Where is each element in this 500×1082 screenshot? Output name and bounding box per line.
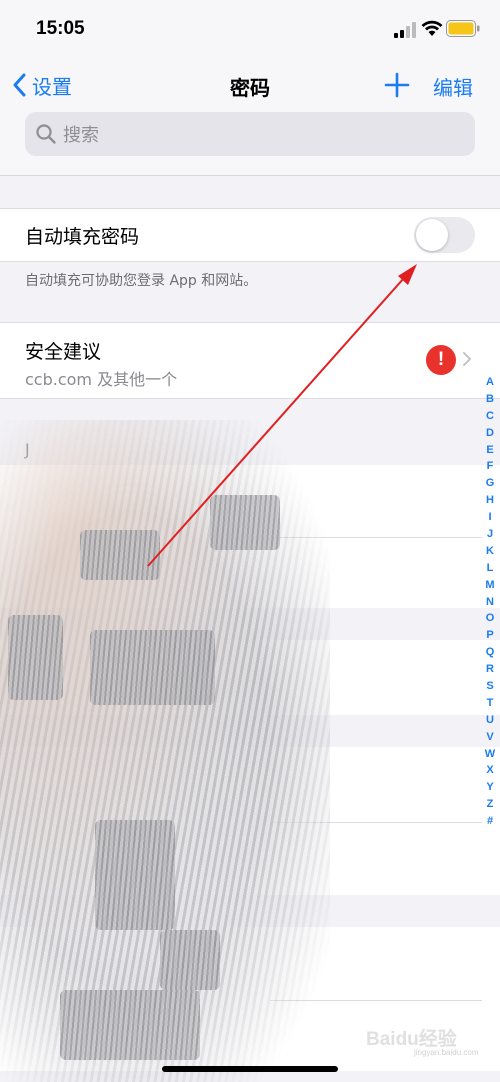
index-letter[interactable]: X [482,762,498,779]
blurred-entry [80,530,160,580]
index-letter[interactable]: E [482,442,498,459]
cellular-signal-icon [394,22,416,38]
blurred-entry [8,615,63,700]
index-letter[interactable]: Y [482,779,498,796]
index-letter[interactable]: T [482,695,498,712]
blurred-entry [160,930,220,990]
index-letter[interactable]: R [482,661,498,678]
blurred-entry [95,820,175,930]
index-letter[interactable]: K [482,543,498,560]
blurred-entry [90,630,215,705]
autofill-passwords-row: 自动填充密码 [0,208,500,262]
index-letter[interactable]: W [482,746,498,763]
index-letter[interactable]: Q [482,644,498,661]
index-letter[interactable]: F [482,458,498,475]
autofill-footnote: 自动填充可协助您登录 App 和网站。 [25,273,258,289]
navigation-bar: 设置 密码 编辑 搜索 [0,60,500,176]
warning-icon: ! [426,345,456,375]
edit-button[interactable]: 编辑 [433,72,473,101]
wifi-icon [421,20,443,36]
index-letter[interactable]: H [482,492,498,509]
index-letter[interactable]: M [482,577,498,594]
status-bar: 15:05 [0,0,500,60]
watermark: Baidu经验 jingyan.baidu.com [366,1024,478,1057]
alphabet-index[interactable]: A B C D E F G H I J K L M N O P Q R S T U V W X Y Z # [482,374,498,830]
security-recommendations-row[interactable]: 安全建议 ccb.com 及其他一个 ! [0,322,500,399]
search-placeholder: 搜索 [63,125,99,146]
index-letter[interactable]: L [482,560,498,577]
autofill-passwords-toggle[interactable] [414,217,475,253]
security-recommendations-subtitle: ccb.com 及其他一个 [25,370,178,389]
index-letter[interactable]: P [482,627,498,644]
watermark-subtext: jingyan.baidu.com [414,1048,479,1057]
page-title: 密码 [230,76,270,100]
index-letter[interactable]: Z [482,796,498,813]
index-letter[interactable]: O [482,610,498,627]
index-letter[interactable]: B [482,391,498,408]
index-letter[interactable]: J [482,526,498,543]
watermark-text: Baidu经验 [366,1029,457,1050]
search-field[interactable]: 搜索 [25,112,475,156]
security-recommendations-title: 安全建议 [25,341,102,363]
blurred-entry [60,990,200,1060]
status-time: 15:05 [36,18,85,39]
index-letter[interactable]: S [482,678,498,695]
search-icon [36,124,56,144]
battery-icon [446,20,480,37]
blurred-entry [210,495,280,550]
home-indicator[interactable] [162,1066,338,1072]
add-password-button[interactable] [382,70,412,100]
toggle-knob [416,219,448,251]
index-letter[interactable]: D [482,425,498,442]
index-letter[interactable]: A [482,374,498,391]
index-letter[interactable]: U [482,712,498,729]
index-letter[interactable]: V [482,729,498,746]
index-letter[interactable]: N [482,594,498,611]
index-letter[interactable]: C [482,408,498,425]
autofill-passwords-label: 自动填充密码 [25,226,140,248]
chevron-right-icon [463,352,471,366]
index-letter[interactable]: # [482,813,498,830]
index-letter[interactable]: G [482,475,498,492]
index-letter[interactable]: I [482,509,498,526]
